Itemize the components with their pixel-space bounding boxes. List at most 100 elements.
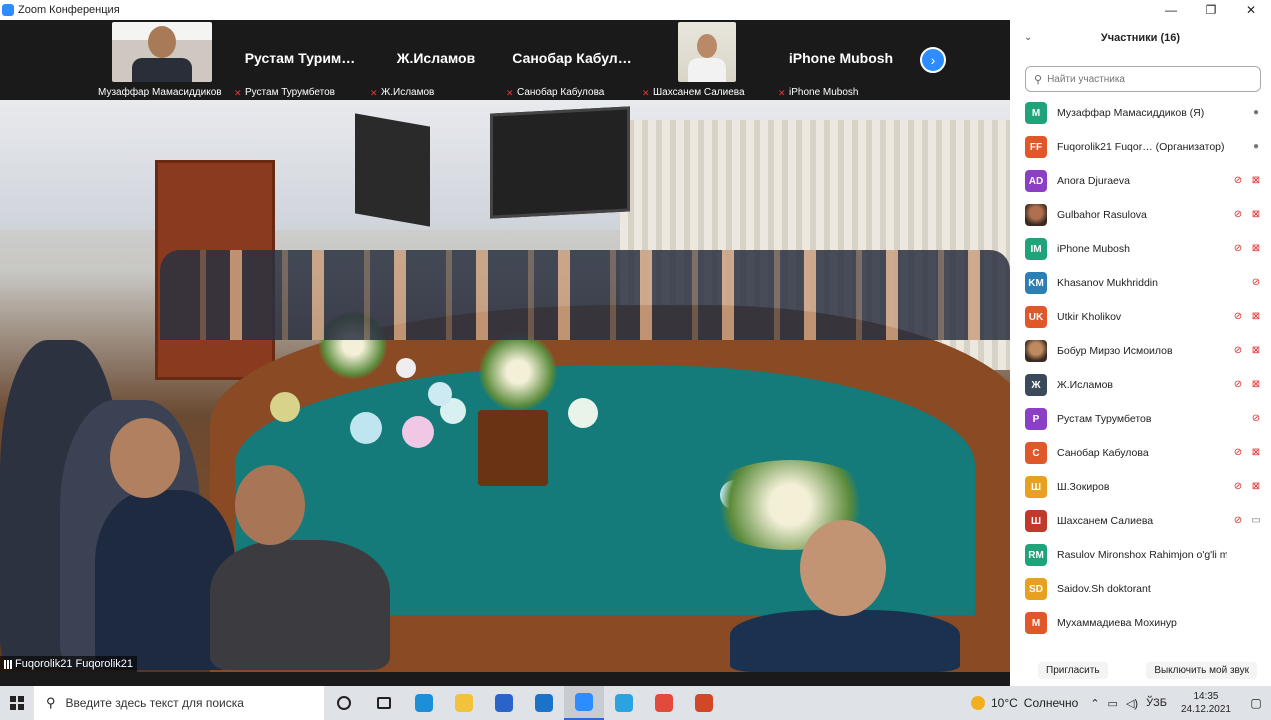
participant-row[interactable]: IM iPhone Mubosh ⊘ ⊠ bbox=[1010, 232, 1271, 266]
participant-name: Rasulov Mironshox Rahimjon o'g'li mustaq… bbox=[1057, 549, 1227, 561]
restore-button[interactable]: ❐ bbox=[1191, 0, 1231, 20]
video-scene bbox=[210, 540, 390, 670]
clock[interactable]: 14:35 24.12.2021 bbox=[1181, 690, 1231, 716]
video-icon[interactable]: ▭ bbox=[1250, 514, 1262, 526]
volume-icon[interactable]: ◁) bbox=[1126, 697, 1138, 710]
mic-off-icon[interactable]: ⊘ bbox=[1232, 446, 1244, 458]
video-off-icon[interactable]: ⊠ bbox=[1250, 344, 1262, 356]
participant-name: Музаффар Мамасиддиков (Я) bbox=[1057, 107, 1205, 119]
mic-off-icon[interactable]: ⊘ bbox=[1232, 242, 1244, 254]
video-tile[interactable]: Музаффар Мамасиддиков bbox=[96, 20, 232, 100]
participant-row[interactable]: C Санобар Кабулова ⊘ ⊠ bbox=[1010, 436, 1271, 470]
mic-icon[interactable]: ● bbox=[1250, 140, 1262, 152]
participant-status: ⊘ ⊠ bbox=[1232, 310, 1262, 322]
mail-icon[interactable] bbox=[524, 686, 564, 720]
zoom-app-icon bbox=[2, 4, 14, 16]
avatar: AD bbox=[1025, 170, 1047, 192]
close-button[interactable]: ✕ bbox=[1231, 0, 1271, 20]
title-bar: Zoom Конференция bbox=[0, 0, 1010, 20]
video-tile[interactable]: iPhone Mubosh ✕ iPhone Mubosh bbox=[776, 20, 906, 100]
clock-date: 24.12.2021 bbox=[1180, 704, 1231, 715]
video-off-icon[interactable]: ⊠ bbox=[1250, 208, 1262, 220]
chevron-up-icon[interactable]: ⌃ bbox=[1090, 697, 1099, 710]
mic-icon[interactable]: ● bbox=[1250, 106, 1262, 118]
minimize-button[interactable]: — bbox=[1151, 0, 1191, 20]
participant-row[interactable]: Gulbahor Rasulova ⊘ ⊠ bbox=[1010, 198, 1271, 232]
notification-icon[interactable]: ▢ bbox=[1241, 686, 1271, 720]
video-off-icon[interactable]: ⊠ bbox=[1250, 378, 1262, 390]
participant-search[interactable]: ⚲ bbox=[1025, 66, 1261, 92]
participant-status: ⊘ ⊠ bbox=[1232, 446, 1262, 458]
file-explorer-icon-glyph bbox=[455, 694, 473, 712]
mic-off-icon[interactable]: ⊘ bbox=[1250, 276, 1262, 288]
participant-row[interactable]: M Мухаммадиева Мохинур bbox=[1010, 606, 1271, 640]
chrome-icon[interactable] bbox=[644, 686, 684, 720]
participant-video bbox=[112, 22, 212, 82]
participant-search-input[interactable] bbox=[1047, 73, 1248, 85]
participant-row[interactable]: Ж Ж.Исламов ⊘ ⊠ bbox=[1010, 368, 1271, 402]
telegram-icon[interactable] bbox=[604, 686, 644, 720]
powerpoint-icon[interactable] bbox=[684, 686, 724, 720]
mic-off-icon[interactable]: ⊘ bbox=[1232, 208, 1244, 220]
mute-me-button[interactable]: Выключить мой звук bbox=[1146, 661, 1257, 679]
avatar: C bbox=[1025, 442, 1047, 464]
start-button[interactable] bbox=[0, 686, 34, 720]
participant-row[interactable]: Бобур Мирзо Исмоилов ⊘ ⊠ bbox=[1010, 334, 1271, 368]
video-off-icon[interactable]: ⊠ bbox=[1250, 480, 1262, 492]
mic-off-icon[interactable]: ⊘ bbox=[1232, 310, 1244, 322]
participant-status: ⊘ bbox=[1250, 412, 1262, 424]
video-scene bbox=[428, 382, 452, 406]
participant-row[interactable]: Ш Ш.Зокиров ⊘ ⊠ bbox=[1010, 470, 1271, 504]
video-tile[interactable]: Ж.Исламов ✕ Ж.Исламов bbox=[368, 20, 504, 100]
file-explorer-icon[interactable] bbox=[444, 686, 484, 720]
video-tile[interactable]: Рустам Турим… ✕ Рустам Турумбетов bbox=[232, 20, 368, 100]
windows-icon bbox=[10, 696, 24, 710]
chevron-down-icon[interactable]: ⌄ bbox=[1024, 32, 1032, 43]
chrome-icon-glyph bbox=[655, 694, 673, 712]
video-off-icon[interactable]: ⊠ bbox=[1250, 310, 1262, 322]
video-scene bbox=[355, 113, 430, 227]
participant-row[interactable]: SD Saidov.Sh doktorant bbox=[1010, 572, 1271, 606]
video-off-icon[interactable]: ⊠ bbox=[1250, 242, 1262, 254]
task-view-icon[interactable] bbox=[364, 686, 404, 720]
video-tile[interactable]: Санобар Кабул… ✕ Санобар Кабулова bbox=[504, 20, 640, 100]
participant-status: ⊘ ⊠ bbox=[1232, 378, 1262, 390]
avatar: FF bbox=[1025, 136, 1047, 158]
invite-button[interactable]: Пригласить bbox=[1038, 661, 1108, 679]
participant-row[interactable]: Ш Шахсанем Салиева ⊘ ▭ bbox=[1010, 504, 1271, 538]
mic-off-icon[interactable]: ⊘ bbox=[1232, 514, 1244, 526]
video-tile[interactable]: ✕ Шахсанем Салиева bbox=[640, 20, 776, 100]
weather-widget[interactable]: 10°C Солнечно bbox=[970, 696, 1078, 710]
participants-header: ⌄ Участники (16) bbox=[1010, 20, 1271, 56]
taskbar-search[interactable]: ⚲ Введите здесь текст для поиска bbox=[34, 686, 324, 720]
mic-off-icon[interactable]: ⊘ bbox=[1232, 480, 1244, 492]
video-off-icon[interactable]: ⊠ bbox=[1250, 446, 1262, 458]
participant-row[interactable]: P Рустам Турумбетов ⊘ bbox=[1010, 402, 1271, 436]
language-indicator[interactable]: ЎЗБ bbox=[1146, 697, 1167, 709]
zoom-icon[interactable] bbox=[564, 686, 604, 720]
cortana-icon[interactable] bbox=[324, 686, 364, 720]
store-icon[interactable] bbox=[484, 686, 524, 720]
participant-video bbox=[678, 22, 736, 82]
network-icon[interactable]: ▭ bbox=[1108, 697, 1118, 710]
tile-label: ✕ Шахсанем Салиева bbox=[642, 87, 745, 98]
participant-row[interactable]: M Музаффар Мамасиддиков (Я) ● bbox=[1010, 96, 1271, 130]
video-off-icon[interactable]: ⊠ bbox=[1250, 174, 1262, 186]
participant-row[interactable]: RM Rasulov Mironshox Rahimjon o'g'li must… bbox=[1010, 538, 1271, 572]
avatar: Ш bbox=[1025, 476, 1047, 498]
mic-off-icon[interactable]: ⊘ bbox=[1232, 174, 1244, 186]
mic-off-icon[interactable]: ⊘ bbox=[1250, 412, 1262, 424]
video-scene bbox=[402, 416, 434, 448]
mic-off-icon: ✕ bbox=[234, 87, 242, 98]
participant-row[interactable]: FF Fuqorolik21 Fuqor… (Организатор) ● bbox=[1010, 130, 1271, 164]
participant-row[interactable]: UK Utkir Kholikov ⊘ ⊠ bbox=[1010, 300, 1271, 334]
mic-off-icon[interactable]: ⊘ bbox=[1232, 378, 1244, 390]
next-page-button[interactable]: › bbox=[920, 47, 946, 73]
signal-icon bbox=[4, 659, 12, 669]
store-icon-glyph bbox=[495, 694, 513, 712]
participant-row[interactable]: KM Khasanov Mukhriddin ⊘ bbox=[1010, 266, 1271, 300]
mic-off-icon[interactable]: ⊘ bbox=[1232, 344, 1244, 356]
participant-row[interactable]: AD Anora Djuraeva ⊘ ⊠ bbox=[1010, 164, 1271, 198]
avatar: SD bbox=[1025, 578, 1047, 600]
edge-icon[interactable] bbox=[404, 686, 444, 720]
